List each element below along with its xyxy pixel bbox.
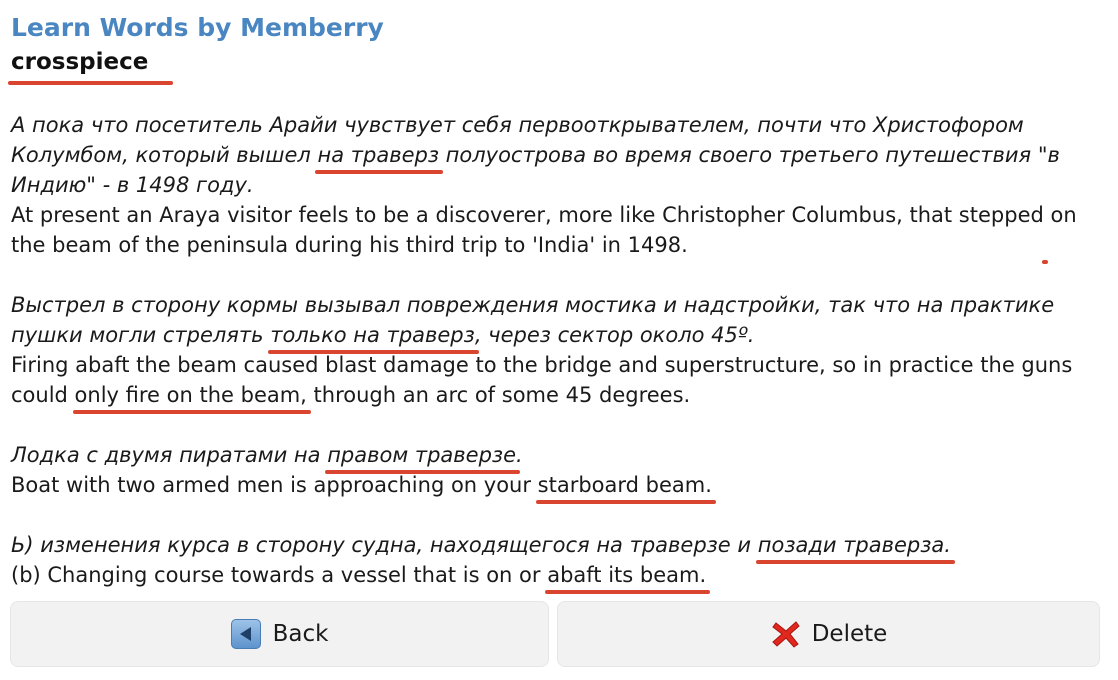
back-button[interactable]: Back	[10, 601, 549, 667]
word-title: crosspiece	[11, 49, 149, 75]
example-item: Лодка с двумя пиратами на правом траверз…	[11, 440, 1109, 500]
highlighted-phrase: правом траверзе	[327, 443, 517, 467]
example-item: Выстрел в сторону кормы вызывал поврежде…	[11, 290, 1109, 410]
text-after: .	[516, 443, 523, 467]
example-russian: Ь) изменения курса в сторону судна, нахо…	[11, 530, 1109, 560]
word-underline	[8, 81, 173, 85]
text-after: through an arc of some 45 degrees.	[306, 383, 691, 407]
back-label: Back	[272, 621, 329, 647]
text-before: Boat with two armed men is approaching o…	[11, 473, 538, 497]
highlighted-phrase: на траверз	[317, 143, 439, 167]
highlighted-phrase: abaft its beam.	[547, 563, 707, 587]
highlighted-phrase: позади траверза.	[757, 533, 951, 557]
example-item: Ь) изменения курса в сторону судна, нахо…	[11, 530, 1109, 590]
delete-button[interactable]: Delete	[557, 601, 1100, 667]
example-english: (b) Changing course towards a vessel tha…	[11, 560, 1109, 590]
back-arrow-icon	[230, 619, 261, 649]
example-english: Firing abaft the beam caused blast damag…	[11, 350, 1109, 410]
highlighted-phrase: только на траверз	[270, 323, 475, 347]
text-after: , через сектор около 45º.	[474, 323, 755, 347]
example-russian: Выстрел в сторону кормы вызывал поврежде…	[11, 290, 1109, 350]
examples-list: А пока что посетитель Арайи чувствует се…	[11, 110, 1109, 620]
example-english: Boat with two armed men is approaching o…	[11, 470, 1109, 500]
text-before: Ь) изменения курса в сторону судна, нахо…	[11, 533, 758, 557]
highlighted-phrase: only fire on the beam,	[74, 383, 307, 407]
highlighted-phrase: starboard beam.	[537, 473, 712, 497]
text-before: Лодка с двумя пиратами на	[11, 443, 328, 467]
example-russian: Лодка с двумя пиратами на правом траверз…	[11, 440, 1109, 470]
text-before: At present an Araya visitor feels to be …	[11, 203, 1044, 227]
delete-label: Delete	[811, 621, 888, 647]
text-before: (b) Changing course towards a vessel tha…	[11, 563, 548, 587]
red-x-icon	[770, 618, 802, 650]
example-russian: А пока что посетитель Арайи чувствует се…	[11, 110, 1109, 200]
text-after: of the peninsula during his third trip t…	[118, 233, 688, 257]
app-title: Learn Words by Memberry	[11, 13, 384, 42]
example-item: А пока что посетитель Арайи чувствует се…	[11, 110, 1109, 260]
example-english: At present an Araya visitor feels to be …	[11, 200, 1109, 260]
